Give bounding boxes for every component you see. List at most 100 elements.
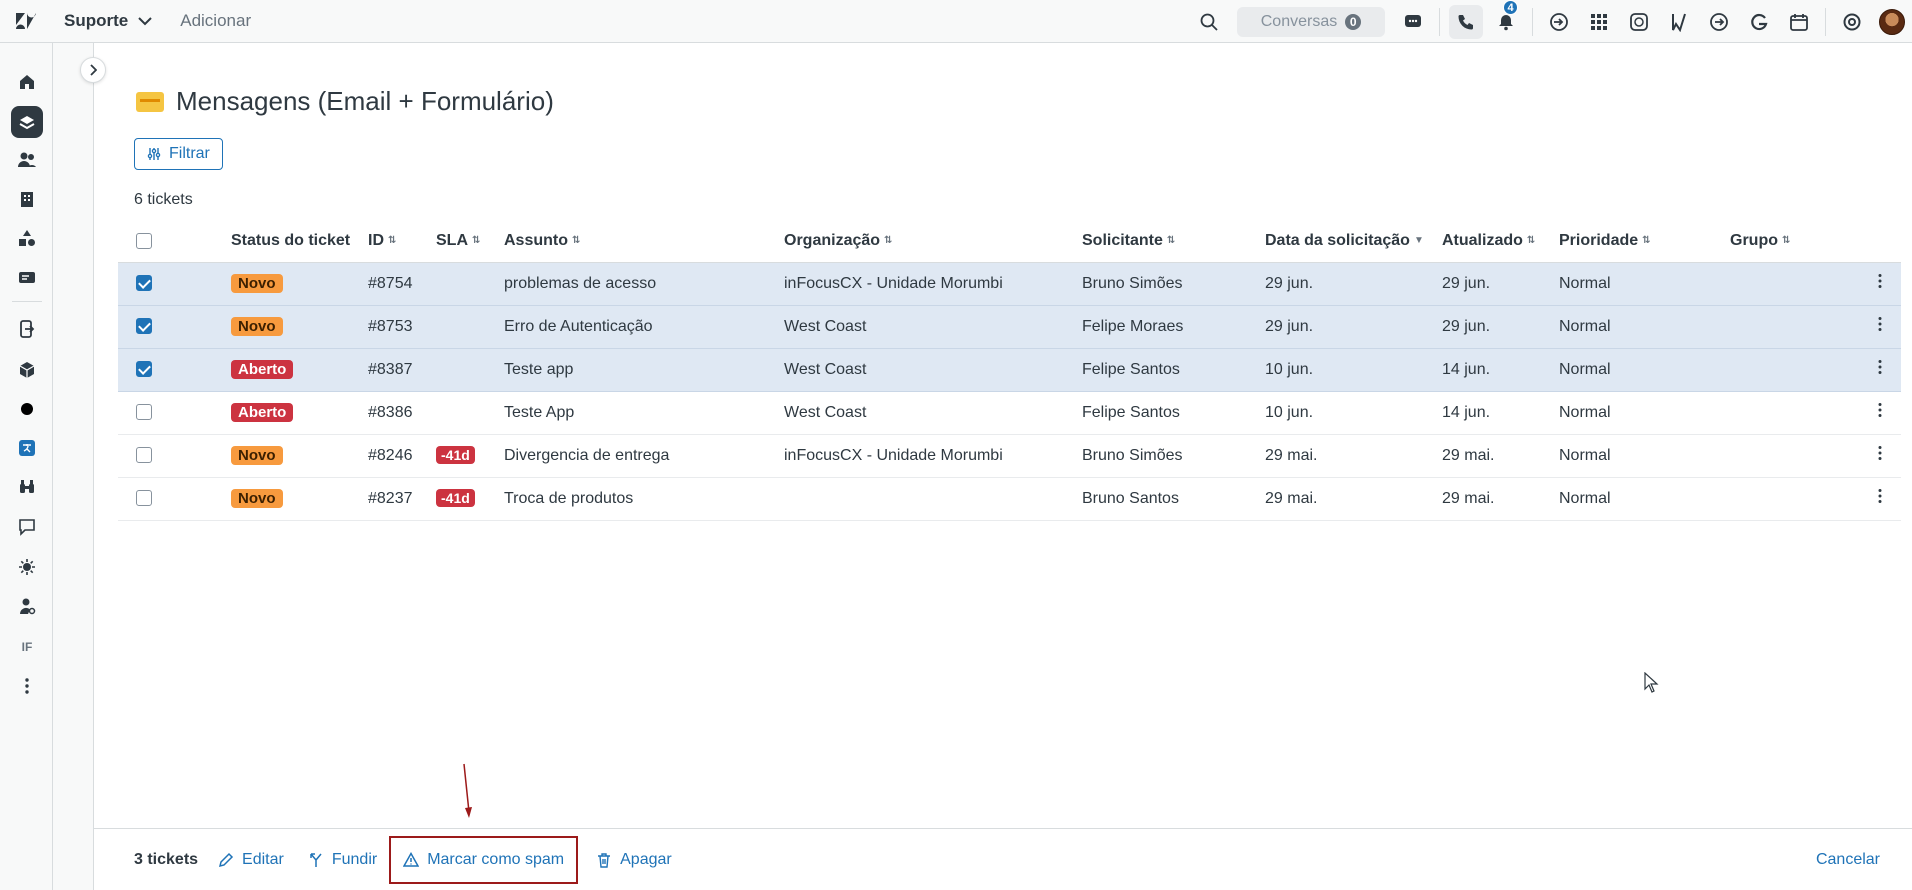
user-avatar[interactable] bbox=[1872, 0, 1912, 43]
edit-label: Editar bbox=[242, 850, 284, 868]
merge-icon bbox=[310, 852, 322, 867]
help-icon[interactable] bbox=[1832, 0, 1872, 43]
apps-icon[interactable] bbox=[11, 313, 43, 345]
add-button[interactable]: Adicionar bbox=[180, 11, 251, 31]
notifications-button[interactable]: 4 bbox=[1486, 0, 1526, 43]
bookmark-icon[interactable] bbox=[1659, 0, 1699, 43]
chat-icon[interactable] bbox=[1393, 0, 1433, 43]
g-app-icon[interactable] bbox=[1739, 0, 1779, 43]
search-icon[interactable] bbox=[1189, 0, 1229, 43]
organizations-icon[interactable] bbox=[11, 183, 43, 215]
app-login-icon[interactable] bbox=[1539, 0, 1579, 43]
status-badge: Novo bbox=[231, 274, 283, 293]
conversations-button[interactable]: Conversas 0 bbox=[1237, 6, 1385, 37]
edit-button[interactable]: Editar bbox=[206, 836, 296, 884]
ticket-requested-date: 10 jun. bbox=[1265, 348, 1442, 392]
arrow-circle-icon[interactable] bbox=[1699, 0, 1739, 43]
row-checkbox[interactable] bbox=[136, 447, 152, 464]
ticket-organization bbox=[784, 477, 1082, 521]
ticket-organization: inFocusCX - Unidade Morumbi bbox=[784, 262, 1082, 306]
row-checkbox[interactable] bbox=[136, 275, 152, 292]
column-header-priority[interactable]: Prioridade ⇅ bbox=[1559, 220, 1730, 263]
home-icon[interactable] bbox=[11, 66, 43, 98]
row-options-button[interactable] bbox=[1858, 262, 1901, 306]
column-header-group[interactable]: Grupo ⇅ bbox=[1730, 220, 1858, 263]
row-options-button[interactable] bbox=[1858, 477, 1901, 521]
row-options-button[interactable] bbox=[1858, 305, 1901, 349]
table-row[interactable]: Novo #8246 -41d Divergencia de entrega inFoc… bbox=[118, 434, 1901, 478]
ticket-icon bbox=[136, 91, 164, 112]
ticket-subject[interactable]: problemas de acesso bbox=[504, 262, 784, 306]
delete-button[interactable]: Apagar bbox=[584, 836, 684, 884]
ticket-updated-date: 29 mai. bbox=[1442, 434, 1559, 478]
column-header-requested[interactable]: Data da solicitação ▼ bbox=[1265, 220, 1442, 263]
user-settings-icon[interactable] bbox=[11, 590, 43, 622]
translate-icon[interactable] bbox=[11, 432, 43, 464]
sun-icon[interactable] bbox=[11, 551, 43, 583]
select-all-checkbox[interactable] bbox=[136, 232, 152, 249]
column-header-sla[interactable]: SLA ⇅ bbox=[436, 220, 504, 263]
row-options-button[interactable] bbox=[1858, 391, 1901, 435]
sort-icon: ⇅ bbox=[1642, 235, 1651, 247]
more-vertical-icon bbox=[1878, 274, 1881, 288]
ticket-organization: West Coast bbox=[784, 305, 1082, 349]
ticket-group bbox=[1730, 434, 1858, 478]
binoculars-icon[interactable] bbox=[11, 471, 43, 503]
zendesk-logo-icon[interactable] bbox=[0, 0, 52, 43]
conversations-count: 0 bbox=[1345, 13, 1362, 30]
reporting-icon[interactable] bbox=[11, 261, 43, 293]
grid-app-icon[interactable] bbox=[1579, 0, 1619, 43]
pencil-icon bbox=[219, 852, 234, 867]
ticket-subject[interactable]: Divergencia de entrega bbox=[504, 434, 784, 478]
more-vertical-icon[interactable] bbox=[11, 670, 43, 702]
workspace-selector[interactable]: Suporte bbox=[64, 11, 152, 31]
row-checkbox[interactable] bbox=[136, 490, 152, 507]
comment-icon[interactable] bbox=[11, 511, 43, 543]
annotation-arrow-icon bbox=[463, 763, 472, 818]
column-header-requester[interactable]: Solicitante ⇅ bbox=[1082, 220, 1265, 263]
ticket-requester: Felipe Santos bbox=[1082, 391, 1265, 435]
ticket-subject[interactable]: Erro de Autenticação bbox=[504, 305, 784, 349]
row-options-button[interactable] bbox=[1858, 434, 1901, 478]
ticket-updated-date: 29 jun. bbox=[1442, 262, 1559, 306]
if-app-icon[interactable]: IF bbox=[11, 631, 43, 663]
table-row[interactable]: Novo #8753 Erro de Autenticação West Coast F… bbox=[118, 305, 1901, 349]
conversations-label: Conversas bbox=[1260, 12, 1338, 30]
row-checkbox[interactable] bbox=[136, 361, 152, 378]
table-row[interactable]: Novo #8237 -41d Troca de produtos Bruno Sant… bbox=[118, 477, 1901, 521]
ticket-subject[interactable]: Teste App bbox=[504, 391, 784, 435]
cancel-button[interactable]: Cancelar bbox=[1816, 851, 1880, 869]
table-row[interactable]: Aberto #8386 Teste App West Coast Felipe San… bbox=[118, 391, 1901, 435]
column-header-subject[interactable]: Assunto ⇅ bbox=[504, 220, 784, 263]
calendar-icon[interactable] bbox=[1779, 0, 1819, 43]
row-checkbox[interactable] bbox=[136, 404, 152, 421]
ticket-priority: Normal bbox=[1559, 391, 1730, 435]
filter-button[interactable]: Filtrar bbox=[134, 138, 223, 170]
warning-icon bbox=[403, 851, 420, 867]
mark-as-spam-button[interactable]: Marcar como spam bbox=[389, 835, 579, 884]
row-checkbox[interactable] bbox=[136, 318, 152, 335]
table-row[interactable]: Novo #8754 problemas de acesso inFocusCX - … bbox=[118, 262, 1901, 306]
page-header: Mensagens (Email + Formulário) bbox=[136, 86, 554, 117]
more-vertical-icon bbox=[1878, 446, 1881, 460]
whatsapp-icon[interactable] bbox=[1619, 0, 1659, 43]
sort-icon: ⇅ bbox=[1166, 235, 1176, 247]
table-row[interactable]: Aberto #8387 Teste app West Coast Felipe San… bbox=[118, 348, 1901, 392]
dot-icon[interactable] bbox=[11, 393, 43, 425]
row-options-button[interactable] bbox=[1858, 348, 1901, 392]
views-icon[interactable] bbox=[11, 106, 43, 138]
phone-button[interactable] bbox=[1446, 0, 1486, 43]
merge-button[interactable]: Fundir bbox=[296, 836, 389, 884]
column-header-organization[interactable]: Organização ⇅ bbox=[784, 220, 1082, 263]
status-badge: Novo bbox=[231, 446, 283, 465]
column-header-updated[interactable]: Atualizado ⇅ bbox=[1442, 220, 1559, 263]
ticket-subject[interactable]: Troca de produtos bbox=[504, 477, 784, 521]
shapes-icon[interactable] bbox=[11, 222, 43, 254]
box-icon[interactable] bbox=[11, 354, 43, 386]
ticket-requester: Bruno Simões bbox=[1082, 434, 1265, 478]
ticket-subject[interactable]: Teste app bbox=[504, 348, 784, 392]
column-header-id[interactable]: ID ⇅ bbox=[368, 220, 436, 263]
expand-panel-button[interactable] bbox=[80, 57, 106, 83]
customers-icon[interactable] bbox=[11, 144, 43, 176]
divider bbox=[1439, 7, 1440, 36]
